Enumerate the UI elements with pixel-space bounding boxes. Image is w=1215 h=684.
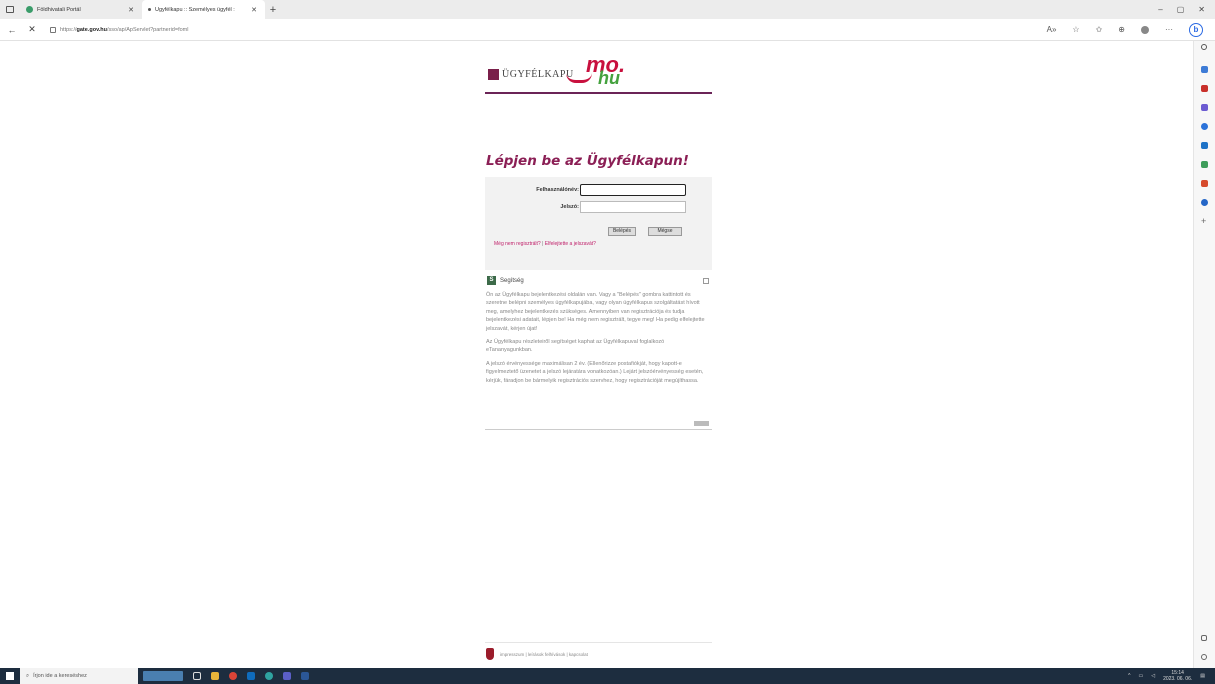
edge-taskbar-icon[interactable]	[260, 668, 278, 684]
maximize-button[interactable]: ▢	[1177, 5, 1185, 14]
help-paragraph: Az Ügyfélkapu részleteiről segítséget ka…	[486, 339, 665, 354]
microsoft-365-icon[interactable]	[1201, 123, 1208, 130]
news-widget-icon[interactable]	[138, 668, 188, 684]
search-placeholder: Írjon ide a kereséshez	[33, 673, 87, 679]
register-link[interactable]: Még nem regisztrált?	[494, 241, 541, 247]
forgot-password-link[interactable]: Elfelejtette a jelszavát?	[545, 241, 596, 247]
favorite-star-icon[interactable]: ☆	[1072, 25, 1079, 34]
close-window-button[interactable]: ✕	[1198, 5, 1205, 14]
footer-divider	[485, 642, 712, 643]
tab-bar: Földhivatali Portál ✕ Ügyfélkapu :: Szem…	[0, 0, 1215, 19]
logo-word: ÜGYFÉLKAPU	[502, 69, 574, 80]
shopping-icon[interactable]	[1201, 66, 1208, 73]
tray-chevron-icon[interactable]: ^	[1128, 673, 1130, 679]
tab-title: Ügyfélkapu :: Személyes ügyfél :	[155, 6, 235, 13]
page-content: ÜGYFÉLKAPU mo. hu Lépjen be az Ügyfélkap…	[0, 41, 1193, 668]
bing-chat-icon[interactable]: b	[1189, 22, 1203, 37]
close-tab-icon[interactable]: ✕	[126, 6, 136, 14]
read-aloud-icon[interactable]: A»	[1047, 25, 1057, 34]
notifications-icon[interactable]: ▤	[1200, 673, 1205, 679]
drop-icon[interactable]	[1201, 161, 1208, 168]
help-close-button[interactable]	[694, 421, 709, 426]
link-separator: |	[542, 241, 544, 247]
volume-icon[interactable]: ◁	[1151, 673, 1155, 679]
close-tab-icon[interactable]: ✕	[249, 6, 259, 14]
password-input[interactable]	[580, 201, 686, 213]
tab-foldhivatali-portal[interactable]: Földhivatali Portál ✕	[20, 0, 142, 19]
settings-gear-icon[interactable]	[1201, 654, 1207, 660]
url-field[interactable]: https://gate.gov.hu/sso/ap/ApServlet?par…	[50, 26, 189, 33]
collapse-help-icon[interactable]	[703, 277, 709, 284]
tab-ugyfelkapu[interactable]: Ügyfélkapu :: Személyes ügyfél : ✕	[142, 0, 265, 19]
help-paragraph: Ön az Ügyfélkapu bejelentkezési oldalán …	[486, 292, 705, 332]
clock[interactable]: 15:14 2023. 06. 06.	[1163, 670, 1192, 682]
search-icon[interactable]	[1201, 44, 1207, 50]
logo-square-icon	[488, 69, 499, 80]
tab-actions-icon	[6, 6, 14, 13]
file-explorer-icon[interactable]	[206, 668, 224, 684]
login-form: Felhasználónév: Jelszó: Belépés Mégse Mé…	[485, 177, 712, 270]
password-label: Jelszó:	[560, 204, 579, 210]
url-path: /sso/ap/ApServlet?partnerid=foml	[106, 26, 189, 33]
outlook-icon[interactable]	[1201, 142, 1208, 149]
taskbar-search[interactable]: ⌕ Írjon ide a kereséshez	[20, 668, 138, 684]
portal-favicon-icon	[26, 6, 33, 13]
task-view-icon[interactable]	[188, 668, 206, 684]
back-button[interactable]: ←	[4, 25, 20, 35]
stop-button[interactable]: ✕	[24, 24, 40, 35]
add-sidebar-app-icon[interactable]: +	[1201, 217, 1209, 226]
favorites-icon[interactable]: ✩	[1096, 25, 1103, 34]
page-title: Lépjen be az Ügyfélkapun!	[486, 153, 689, 169]
lock-icon	[50, 26, 56, 33]
toolbar-icons: A» ☆ ✩ ⊕ ··· b	[1047, 22, 1215, 37]
image-creator-icon[interactable]	[1201, 180, 1208, 187]
windows-logo-icon	[6, 672, 14, 680]
start-button[interactable]	[0, 668, 20, 684]
loading-favicon-icon	[148, 8, 151, 11]
windows-taskbar: ⌕ Írjon ide a kereséshez ^ ▭ ◁ 15:14 202…	[0, 668, 1215, 684]
hide-sidebar-icon[interactable]	[1201, 635, 1207, 641]
profile-avatar-icon[interactable]	[1141, 25, 1149, 34]
cancel-button[interactable]: Mégse	[648, 227, 682, 236]
address-bar: ← ✕ https://gate.gov.hu/sso/ap/ApServlet…	[0, 19, 1215, 41]
ugyfelkapu-logo[interactable]: ÜGYFÉLKAPU mo. hu	[488, 52, 638, 93]
new-tab-button[interactable]: +	[265, 4, 281, 16]
chrome-icon[interactable]	[224, 668, 242, 684]
logo-hu: hu	[598, 68, 620, 88]
help-title: Segítség	[500, 277, 524, 284]
e-tree-icon[interactable]	[1201, 199, 1208, 206]
search-icon: ⌕	[26, 672, 30, 679]
tab-actions-button[interactable]	[0, 0, 20, 19]
login-button[interactable]: Belépés	[608, 227, 636, 236]
help-icon: S	[487, 276, 496, 285]
url-host: gate.gov.hu	[76, 26, 107, 33]
clock-date: 2023. 06. 06.	[1163, 676, 1193, 682]
account-links: Még nem regisztrált? | Elfelejtette a je…	[494, 241, 596, 247]
username-input[interactable]	[580, 184, 686, 196]
system-tray: ^ ▭ ◁ 15:14 2023. 06. 06. ▤	[1128, 670, 1215, 682]
teams-taskbar-icon[interactable]	[278, 668, 296, 684]
tools-icon[interactable]	[1201, 85, 1208, 92]
username-label: Felhasználónév:	[536, 187, 579, 193]
outlook-taskbar-icon[interactable]	[242, 668, 260, 684]
url-prefix: https://	[60, 26, 77, 33]
tab-title: Földhivatali Portál	[37, 6, 81, 13]
coat-of-arms-icon	[486, 648, 494, 660]
window-controls: – ▢ ✕	[1158, 5, 1215, 14]
edge-sidebar: +	[1193, 41, 1215, 668]
help-divider	[485, 429, 712, 430]
minimize-button[interactable]: –	[1158, 5, 1162, 14]
help-panel: S Segítség Ön az Ügyfélkapu bejelentkezé…	[485, 275, 712, 430]
help-body: Ön az Ügyfélkapu bejelentkezési oldalán …	[485, 291, 712, 385]
network-icon[interactable]: ▭	[1138, 673, 1143, 679]
help-header: S Segítség	[485, 275, 712, 286]
help-paragraph: A jelszó érvényessége maximálisan 2 év. …	[486, 360, 704, 384]
header-divider	[485, 92, 712, 94]
word-taskbar-icon[interactable]	[296, 668, 314, 684]
collections-icon[interactable]: ⊕	[1118, 25, 1125, 34]
more-menu-icon[interactable]: ···	[1165, 25, 1173, 34]
games-icon[interactable]	[1201, 104, 1208, 111]
footer-links[interactable]: impresszum | leírások felhívások | kapcs…	[500, 652, 588, 657]
